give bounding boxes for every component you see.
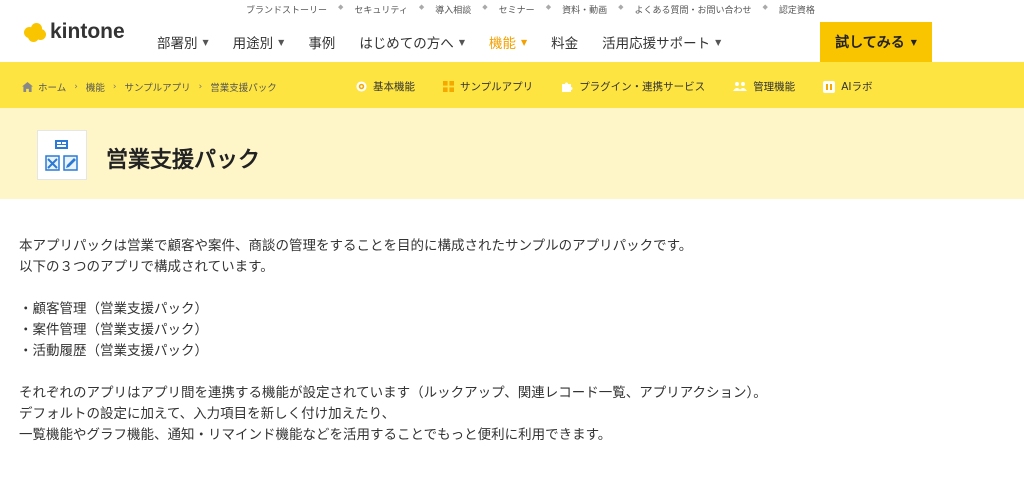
nav-item-use-case[interactable]: 用途別 ▼ <box>233 32 285 52</box>
nav-item-support[interactable]: 活用応援サポート ▼ <box>602 32 721 52</box>
main-nav: 部署別 ▼ 用途別 ▼ 事例 はじめての方へ ▼ 機能 ▼ 料金 活用応援サポート ▼ <box>157 32 745 52</box>
users-icon <box>733 82 748 91</box>
caret-down-icon: ▼ <box>458 37 465 47</box>
caret-down-icon: ▼ <box>202 37 209 47</box>
breadcrumb-sample-apps[interactable]: サンプルアプリ <box>124 80 190 94</box>
kintone-logo[interactable]: kintone <box>24 20 125 44</box>
subnav-plugins[interactable]: プラグイン・連携サービス <box>561 79 705 94</box>
outro-line: デフォルトの設定に加えて、入力項目を新しく付け加えたり、 <box>19 406 396 422</box>
outro-line: それぞれのアプリはアプリ間を連携する機能が設定されています（ルックアップ、関連レ… <box>19 385 767 401</box>
intro-line: 以下の３つのアプリで構成されています。 <box>19 259 274 275</box>
nav-item-pricing[interactable]: 料金 <box>551 32 578 52</box>
gear-icon <box>356 81 367 92</box>
try-button[interactable]: 試してみる ▼ <box>820 22 932 62</box>
separator-dot-icon: ◆ <box>762 3 768 11</box>
logo-mark-icon <box>24 23 46 42</box>
page-title: 営業支援パック <box>106 148 261 173</box>
outro-line: 一覧機能やグラフ機能、通知・リマインド機能などを活用することでもっと便利に利用で… <box>19 427 612 443</box>
caret-down-icon: ▼ <box>520 37 528 47</box>
top-link-security[interactable]: セキュリティ <box>354 3 407 16</box>
app-pack-icon <box>37 130 87 180</box>
page-title-band: 営業支援パック <box>0 108 1024 199</box>
separator-dot-icon: ◆ <box>338 3 344 11</box>
separator-dot-icon: ◆ <box>545 3 552 11</box>
feature-sub-nav: 基本機能 サンプルアプリ プラグイン・連携サービス 管理機能 AIラボ <box>356 79 900 94</box>
separator-dot-icon: ◆ <box>418 3 425 11</box>
ai-icon <box>823 80 836 93</box>
chevron-right-icon: › <box>112 82 117 92</box>
caret-down-icon: ▼ <box>910 37 917 47</box>
top-link-materials[interactable]: 資料・動画 <box>562 3 607 16</box>
subnav-admin[interactable]: 管理機能 <box>733 79 795 94</box>
puzzle-icon <box>562 82 573 92</box>
sub-nav-bar: ホーム › 機能 › サンプルアプリ › 営業支援パック 基本機能 サンプルアプ… <box>0 62 1024 108</box>
nav-item-department[interactable]: 部署別 ▼ <box>157 32 209 52</box>
site-header: kintone ブランドストーリー ◆ セキュリティ ◆ 導入相談 ◆ セミナー… <box>0 0 1024 62</box>
top-link-consultation[interactable]: 導入相談 <box>435 3 471 16</box>
separator-dot-icon: ◆ <box>482 3 488 11</box>
subnav-ai-lab[interactable]: AIラボ <box>823 79 872 94</box>
separator-dot-icon: ◆ <box>618 3 624 11</box>
top-links: ブランドストーリー ◆ セキュリティ ◆ 導入相談 ◆ セミナー ◆ 資料・動画… <box>246 3 815 16</box>
chevron-right-icon: › <box>74 82 78 92</box>
caret-down-icon: ▼ <box>278 37 285 47</box>
breadcrumb-current: 営業支援パック <box>210 83 277 94</box>
breadcrumb: ホーム › 機能 › サンプルアプリ › 営業支援パック <box>22 80 277 94</box>
grid-icon <box>443 81 454 92</box>
intro-line: 本アプリパックは営業で顧客や案件、商談の管理をすることを目的に構成されたサンプル… <box>19 238 693 254</box>
breadcrumb-home[interactable]: ホーム <box>38 80 66 94</box>
caret-down-icon: ▼ <box>715 37 722 47</box>
app-list-item: ・活動履歴（営業支援パック） <box>19 343 208 359</box>
nav-item-features[interactable]: 機能 ▼ <box>489 32 527 52</box>
subnav-sample-apps[interactable]: サンプルアプリ <box>443 79 533 94</box>
nav-item-beginners[interactable]: はじめての方へ ▼ <box>359 32 465 52</box>
top-link-certification[interactable]: 認定資格 <box>779 3 815 16</box>
top-link-faq[interactable]: よくある質問・お問い合わせ <box>634 3 751 16</box>
top-link-seminar[interactable]: セミナー <box>499 3 535 16</box>
app-list-item: ・顧客管理（営業支援パック） <box>19 301 208 317</box>
nav-item-cases[interactable]: 事例 <box>308 32 335 52</box>
chevron-right-icon: › <box>198 82 203 92</box>
logo-text: kintone <box>50 20 125 43</box>
top-link-brand-story[interactable]: ブランドストーリー <box>246 3 327 16</box>
home-icon <box>22 82 33 92</box>
app-list-item: ・案件管理（営業支援パック） <box>19 322 208 338</box>
subnav-basic-features[interactable]: 基本機能 <box>356 79 415 94</box>
main-content: 本アプリパックは営業で顧客や案件、商談の管理をすることを目的に構成されたサンプル… <box>19 236 1009 446</box>
breadcrumb-features[interactable]: 機能 <box>86 80 105 94</box>
